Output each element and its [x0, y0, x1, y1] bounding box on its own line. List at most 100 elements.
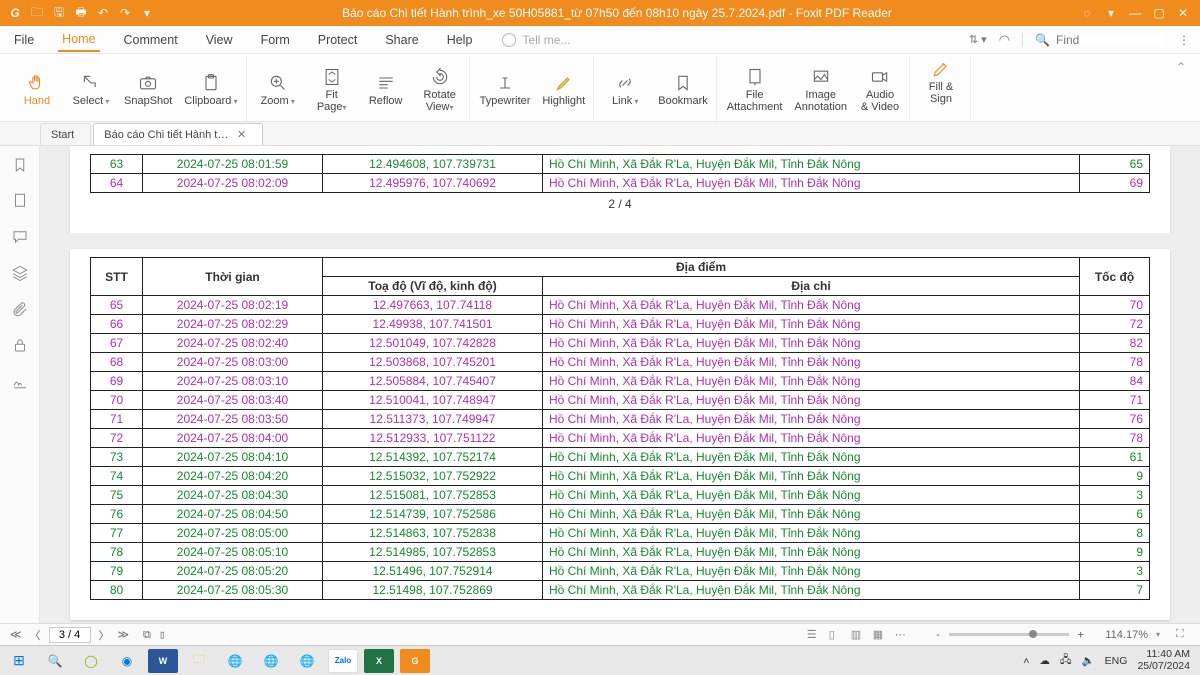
- task-chrome[interactable]: 🌐: [220, 649, 250, 673]
- cell-stt: 67: [91, 334, 143, 353]
- tray-chevron-icon[interactable]: ˄: [1023, 655, 1029, 667]
- tool-zoom[interactable]: Zoom ▾: [257, 72, 299, 107]
- bookmark-panel-icon[interactable]: [11, 156, 29, 174]
- fullscreen-icon[interactable]: ⛶: [1176, 628, 1190, 642]
- menu-share[interactable]: Share: [381, 29, 422, 51]
- page-input[interactable]: [49, 627, 91, 643]
- save-icon[interactable]: 🖫: [52, 6, 66, 20]
- menu-protect[interactable]: Protect: [314, 29, 362, 51]
- view-mode-4-icon[interactable]: ▦: [873, 628, 887, 642]
- tool-image-annotation[interactable]: Image Annotation: [794, 66, 847, 113]
- tab-close-icon[interactable]: ✕: [237, 128, 246, 141]
- menu-home[interactable]: Home: [58, 28, 99, 52]
- tool-audio-video[interactable]: Audio & Video: [859, 66, 901, 113]
- tool-highlight[interactable]: Highlight: [542, 72, 585, 107]
- comments-panel-icon[interactable]: [11, 228, 29, 246]
- menu-comment[interactable]: Comment: [120, 29, 182, 51]
- menu-view[interactable]: View: [202, 29, 237, 51]
- task-word[interactable]: W: [148, 649, 178, 673]
- tray-clock[interactable]: 11:40 AM 25/07/2024: [1137, 649, 1190, 672]
- cell-stt: 65: [91, 296, 143, 315]
- zoom-in-icon[interactable]: +: [1077, 628, 1084, 641]
- task-chrome-2[interactable]: 🌐: [256, 649, 286, 673]
- pages-panel-icon[interactable]: [11, 192, 29, 210]
- next-page-icon[interactable]: 〉: [99, 627, 110, 643]
- task-zalo[interactable]: Zalo: [328, 649, 358, 673]
- cell-stt: 68: [91, 353, 143, 372]
- tool-clipboard[interactable]: Clipboard ▾: [184, 72, 237, 107]
- view-mode-more-icon[interactable]: ⋯: [895, 628, 909, 642]
- cell-stt: 75: [91, 486, 143, 505]
- tool-fitpage[interactable]: Fit Page▾: [311, 66, 353, 113]
- menu-form[interactable]: Form: [257, 29, 294, 51]
- task-app-1[interactable]: ◯: [76, 649, 106, 673]
- tool-file-attachment[interactable]: File Attachment: [727, 66, 783, 113]
- window-title: Báo cáo Chi tiết Hành trình_xe 50H05881_…: [154, 6, 1080, 20]
- tray-lang[interactable]: ENG: [1105, 655, 1128, 667]
- zoom-out-icon[interactable]: -: [935, 628, 942, 641]
- view-mode-1-icon[interactable]: ☰: [807, 628, 821, 642]
- zoom-slider[interactable]: [949, 633, 1069, 636]
- view-mode-2-icon[interactable]: ▯: [829, 628, 843, 642]
- task-explorer[interactable]: 🗀: [184, 649, 214, 673]
- first-page-icon[interactable]: ≪: [10, 628, 22, 641]
- tool-bookmark[interactable]: Bookmark: [658, 72, 708, 107]
- task-chrome-3[interactable]: 🌐: [292, 649, 322, 673]
- menubar-more-icon[interactable]: ⋮: [1178, 33, 1190, 47]
- start-menu-icon[interactable]: ⊞: [4, 649, 34, 673]
- tab-start[interactable]: Start: [40, 123, 91, 145]
- cell-time: 2024-07-25 08:04:50: [143, 505, 323, 524]
- tool-link[interactable]: Link ▾: [604, 72, 646, 107]
- task-search-icon[interactable]: 🔍: [40, 649, 70, 673]
- tray-cloud-icon[interactable]: ☁: [1039, 655, 1050, 667]
- tool-rotate[interactable]: Rotate View▾: [419, 66, 461, 113]
- tell-me[interactable]: Tell me...: [502, 33, 570, 47]
- tray-volume-icon[interactable]: 🔈: [1082, 654, 1095, 667]
- tab-document[interactable]: Báo cáo Chi tiết Hành tri... ✕: [93, 123, 263, 145]
- open-icon[interactable]: 🗀: [30, 6, 44, 20]
- qa-dropdown-icon[interactable]: ▾: [140, 6, 154, 20]
- redo-icon[interactable]: ↷: [118, 6, 132, 20]
- ribbon-collapse-icon[interactable]: ⌃: [1176, 56, 1192, 121]
- find-box[interactable]: 🔍: [1022, 33, 1166, 47]
- tool-select[interactable]: Select ▾: [70, 72, 112, 107]
- last-page-icon[interactable]: ≫: [118, 628, 130, 641]
- print-icon[interactable]: 🖶: [74, 6, 88, 20]
- menu-help[interactable]: Help: [443, 29, 477, 51]
- tool-reflow[interactable]: Reflow: [365, 72, 407, 107]
- user-icon[interactable]: ◌: [1080, 6, 1094, 20]
- cell-coord: 12.514863, 107.752838: [323, 524, 543, 543]
- cell-coord: 12.514739, 107.752586: [323, 505, 543, 524]
- tool-snapshot[interactable]: SnapShot: [124, 72, 172, 107]
- prev-page-icon[interactable]: 〈: [30, 627, 41, 643]
- tool-typewriter[interactable]: Typewriter: [480, 72, 531, 107]
- task-foxit[interactable]: G: [400, 649, 430, 673]
- find-input[interactable]: [1056, 33, 1166, 47]
- user-dropdown-icon[interactable]: ▾: [1104, 6, 1118, 20]
- single-page-icon[interactable]: ▯: [159, 628, 166, 641]
- layers-panel-icon[interactable]: [11, 264, 29, 282]
- task-edge[interactable]: ◉: [112, 649, 142, 673]
- cell-coord: 12.49938, 107.741501: [323, 315, 543, 334]
- security-panel-icon[interactable]: [11, 336, 29, 354]
- attachments-panel-icon[interactable]: [11, 300, 29, 318]
- view-mode-3-icon[interactable]: ▥: [851, 628, 865, 642]
- collapse-ribbon-icon[interactable]: ⇅ ▾: [969, 33, 987, 46]
- close-window-icon[interactable]: ✕: [1176, 6, 1190, 20]
- zoom-dropdown-icon[interactable]: ▾: [1156, 630, 1160, 639]
- cell-addr: Hồ Chí Minh, Xã Đắk R'La, Huyện Đắk Mil,…: [543, 486, 1080, 505]
- minimize-icon[interactable]: —: [1128, 6, 1142, 20]
- multi-page-icon[interactable]: ⧉: [143, 628, 151, 642]
- document-viewport[interactable]: 632024-07-25 08:01:5912.494608, 107.7397…: [40, 146, 1200, 623]
- tray-network-icon[interactable]: 🖧: [1060, 652, 1072, 670]
- menu-file[interactable]: File: [10, 29, 38, 51]
- cell-time: 2024-07-25 08:04:20: [143, 467, 323, 486]
- task-excel[interactable]: X: [364, 649, 394, 673]
- restore-icon[interactable]: ▢: [1152, 6, 1166, 20]
- undo-icon[interactable]: ↶: [96, 6, 110, 20]
- tool-fill-sign[interactable]: Fill & Sign: [920, 58, 962, 105]
- ribbon-options-icon[interactable]: ◠: [999, 32, 1010, 48]
- tool-hand[interactable]: Hand: [16, 72, 58, 107]
- hand-icon: [26, 72, 48, 94]
- signature-panel-icon[interactable]: [11, 372, 29, 390]
